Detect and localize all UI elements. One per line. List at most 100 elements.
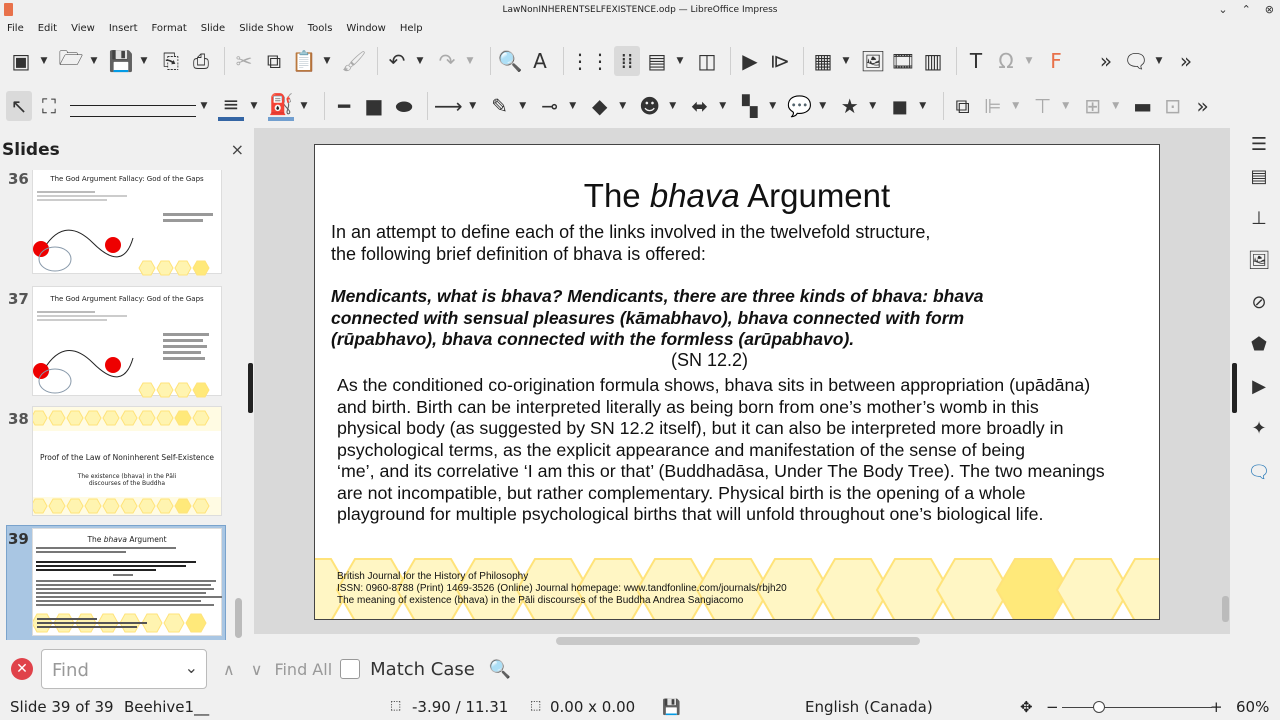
flowchart-dropdown-icon[interactable]: ▼	[767, 91, 779, 121]
zoom-out-icon[interactable]: −	[1046, 698, 1059, 716]
zoom-in-icon[interactable]: +	[1210, 698, 1223, 716]
find-replace-icon[interactable]: 🔍	[497, 46, 523, 76]
drawing-overflow-icon[interactable]: »	[1190, 91, 1216, 121]
symbol-shapes-dropdown-icon[interactable]: ▼	[667, 91, 679, 121]
transformations-icon[interactable]: ⧉	[950, 91, 976, 121]
slide-thumbnail-37[interactable]: The God Argument Fallacy: God of the Gap…	[32, 286, 222, 398]
zoom-level[interactable]: 60%	[1236, 698, 1269, 716]
vertical-scrollbar[interactable]	[1222, 596, 1229, 622]
spelling-icon[interactable]: A	[527, 46, 553, 76]
slide-pane-scrollbar[interactable]	[235, 170, 243, 640]
zoom-pan-icon[interactable]: ⛶	[36, 91, 62, 121]
new-document-icon[interactable]: ▣	[8, 46, 34, 76]
styles-icon[interactable]: 🗨	[1246, 462, 1272, 488]
master-slides-icon[interactable]: ✦	[1246, 418, 1272, 444]
slide-body-text[interactable]: As the conditioned co-origination formul…	[337, 375, 1159, 526]
close-find-icon[interactable]: ✕	[11, 658, 33, 680]
line-icon[interactable]: ━	[331, 91, 357, 121]
fontwork-icon[interactable]: F	[1043, 46, 1069, 76]
start-first-slide-icon[interactable]: ▶	[737, 46, 763, 76]
basic-shapes-dropdown-icon[interactable]: ▼	[617, 91, 629, 121]
close-window-icon[interactable]: ⊗	[1265, 0, 1274, 20]
sidebar-menu-icon[interactable]: ☰	[1246, 134, 1272, 160]
table-dropdown-icon[interactable]: ▼	[840, 46, 852, 76]
menu-window[interactable]: Window	[339, 20, 392, 38]
textbox-icon[interactable]: T	[963, 46, 989, 76]
redo-icon[interactable]: ↷	[434, 46, 460, 76]
block-arrows-icon[interactable]: ⬌	[687, 91, 713, 121]
find-all-button[interactable]: Find All	[274, 660, 332, 679]
slide-reference[interactable]: (SN 12.2)	[671, 350, 748, 371]
callouts-icon[interactable]: 💬	[787, 91, 813, 121]
line-style-box[interactable]	[70, 95, 196, 117]
rectangle-icon[interactable]: ■	[361, 91, 387, 121]
menu-slide-show[interactable]: Slide Show	[232, 20, 301, 38]
curves-icon[interactable]: ✎	[487, 91, 513, 121]
pane-resize-handle[interactable]	[248, 363, 253, 413]
start-current-slide-icon[interactable]: ⧐	[767, 46, 793, 76]
special-char-dropdown-icon[interactable]: ▼	[1023, 46, 1035, 76]
document-modified-icon[interactable]: 💾	[662, 698, 681, 716]
copy-icon[interactable]: ⧉	[261, 46, 287, 76]
print-icon[interactable]: ⎙	[188, 46, 214, 76]
connectors-icon[interactable]: ⊸	[537, 91, 563, 121]
menu-edit[interactable]: Edit	[31, 20, 64, 38]
slide-intro-text[interactable]: In an attempt to define each of the link…	[331, 221, 1011, 265]
special-character-icon[interactable]: Ω	[993, 46, 1019, 76]
cut-icon[interactable]: ✂	[231, 46, 257, 76]
sidebar-resize-handle[interactable]	[1232, 363, 1237, 413]
crop-icon[interactable]: ⊡	[1160, 91, 1186, 121]
export-pdf-icon[interactable]: ⎘	[158, 46, 184, 76]
menu-insert[interactable]: Insert	[102, 20, 145, 38]
line-color-icon[interactable]: ≡	[218, 91, 244, 121]
lines-arrows-dropdown-icon[interactable]: ▼	[467, 91, 479, 121]
block-arrows-dropdown-icon[interactable]: ▼	[717, 91, 729, 121]
paste-dropdown-icon[interactable]: ▼	[321, 46, 333, 76]
3d-objects-icon[interactable]: ◼	[887, 91, 913, 121]
slide-footer-citation[interactable]: British Journal for the History of Philo…	[337, 571, 787, 607]
display-grid-icon[interactable]: ⋮⋮	[570, 46, 610, 76]
basic-shapes-icon[interactable]: ◆	[587, 91, 613, 121]
new-dropdown-icon[interactable]: ▼	[38, 46, 50, 76]
find-dropdown-icon[interactable]: ⌄	[185, 658, 198, 677]
find-next-icon[interactable]: ∨	[251, 660, 263, 679]
undo-dropdown-icon[interactable]: ▼	[414, 46, 426, 76]
current-slide[interactable]: The bhava Argument In an attempt to defi…	[314, 144, 1160, 620]
save-icon[interactable]: 💾	[108, 46, 134, 76]
slide-thumbnail-38[interactable]: Proof of the Law of Noninherent Self-Exi…	[32, 406, 222, 516]
zoom-slider[interactable]	[1062, 707, 1212, 708]
toolbar-overflow-icon[interactable]: »	[1093, 46, 1119, 76]
horizontal-scrollbar[interactable]	[556, 637, 920, 645]
navigator-icon[interactable]: ⊘	[1246, 292, 1272, 318]
slide-transition-icon[interactable]: ⊥	[1246, 208, 1272, 234]
open-dropdown-icon[interactable]: ▼	[88, 46, 100, 76]
fill-color-dropdown-icon[interactable]: ▼	[298, 91, 310, 121]
table-icon[interactable]: ▦	[810, 46, 836, 76]
image-icon[interactable]: 🖼	[860, 46, 886, 76]
toolbar-overflow-2-icon[interactable]: »	[1173, 46, 1199, 76]
menu-view[interactable]: View	[64, 20, 102, 38]
line-style-dropdown-icon[interactable]: ▼	[198, 91, 210, 121]
helplines-icon[interactable]: ⁞⁞	[614, 46, 640, 76]
stars-dropdown-icon[interactable]: ▼	[867, 91, 879, 121]
find-previous-icon[interactable]: ∧	[223, 660, 235, 679]
menu-file[interactable]: File	[0, 20, 31, 38]
align-icon[interactable]: ⊫	[980, 91, 1006, 121]
symbol-shapes-icon[interactable]: ☻	[637, 91, 663, 121]
comment-dropdown-icon[interactable]: ▼	[1153, 46, 1165, 76]
menu-format[interactable]: Format	[145, 20, 194, 38]
master-layout-name[interactable]: Beehive1__	[124, 698, 209, 716]
ellipse-icon[interactable]: ⬬	[391, 91, 417, 121]
undo-icon[interactable]: ↶	[384, 46, 410, 76]
fill-color-icon[interactable]: ⛽	[268, 91, 294, 121]
menu-tools[interactable]: Tools	[301, 20, 340, 38]
3d-objects-dropdown-icon[interactable]: ▼	[917, 91, 929, 121]
zoom-slider-thumb[interactable]	[1093, 701, 1105, 713]
find-input[interactable]: Find ⌄	[41, 649, 207, 689]
find-replace-dialog-icon[interactable]: 🔍	[489, 659, 511, 680]
line-color-dropdown-icon[interactable]: ▼	[248, 91, 260, 121]
minimize-icon[interactable]: ⌄	[1218, 0, 1227, 20]
menu-slide[interactable]: Slide	[194, 20, 232, 38]
slide-thumbnail-36[interactable]: The God Argument Fallacy: God of the Gap…	[32, 170, 222, 276]
paste-icon[interactable]: 📋	[291, 46, 317, 76]
